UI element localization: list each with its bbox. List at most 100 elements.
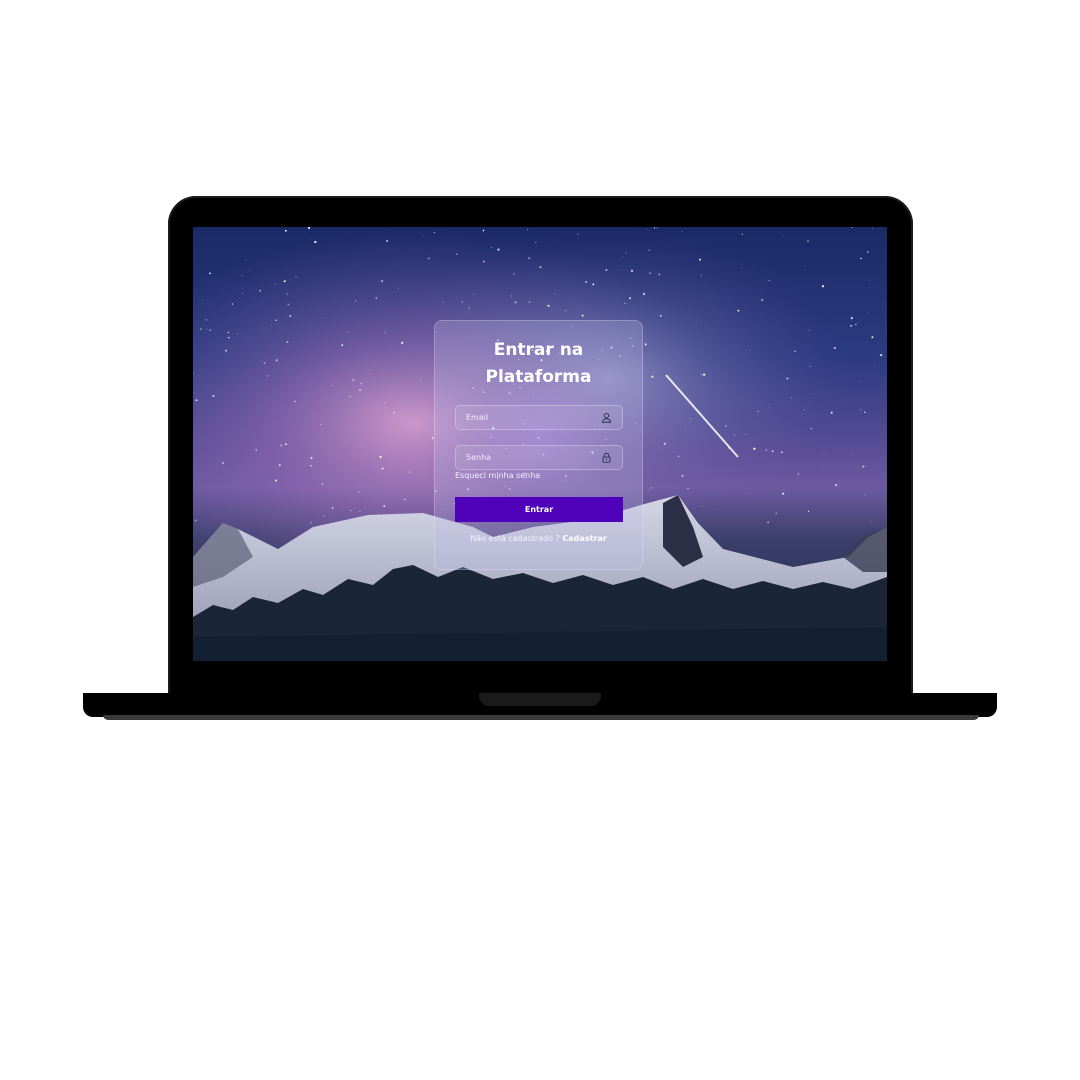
login-card: Entrar na Plataforma Email Esqueci minha…: [434, 320, 643, 570]
star: [355, 300, 357, 302]
star: [648, 488, 650, 490]
star: [767, 521, 770, 524]
star: [807, 240, 809, 242]
star: [797, 473, 800, 475]
star: [331, 507, 334, 509]
star: [422, 234, 423, 236]
star: [195, 399, 198, 402]
star: [201, 300, 203, 302]
star: [274, 479, 277, 482]
star: [194, 519, 197, 522]
star: [757, 410, 759, 413]
star: [528, 301, 531, 303]
star: [321, 317, 323, 319]
star: [807, 510, 810, 513]
star: [852, 453, 853, 455]
star: [349, 395, 352, 398]
user-icon: [601, 413, 612, 423]
star: [397, 288, 399, 289]
star: [227, 331, 230, 334]
star: [420, 379, 421, 381]
star: [286, 340, 289, 344]
signup-row: Não está cadastrado ? Cadastrar: [435, 534, 642, 543]
star: [745, 434, 746, 436]
star: [241, 275, 243, 276]
star: [821, 285, 825, 288]
star: [285, 443, 287, 446]
star: [401, 341, 404, 345]
star: [442, 301, 444, 303]
star: [280, 444, 283, 447]
star: [468, 307, 471, 310]
star: [331, 384, 333, 386]
star: [769, 406, 770, 408]
star: [873, 365, 875, 366]
star: [300, 406, 302, 407]
password-input[interactable]: [456, 446, 606, 469]
star: [864, 494, 866, 496]
star: [491, 246, 492, 248]
star: [646, 228, 648, 230]
star: [409, 471, 411, 473]
star: [790, 397, 792, 399]
star: [275, 359, 278, 362]
star: [341, 344, 344, 347]
lock-icon: [602, 452, 611, 463]
email-input[interactable]: [456, 406, 606, 429]
star: [275, 319, 277, 321]
register-link[interactable]: Cadastrar: [562, 534, 606, 543]
star: [274, 283, 276, 285]
star: [659, 314, 662, 317]
star: [350, 509, 352, 512]
star: [377, 513, 379, 515]
laptop-lid: Entrar na Plataforma Email Esqueci minha…: [168, 196, 913, 696]
star: [468, 311, 470, 313]
star: [294, 400, 296, 403]
star: [823, 452, 825, 454]
star: [681, 474, 684, 477]
star: [323, 515, 325, 517]
star: [225, 349, 228, 352]
star: [321, 482, 324, 485]
star: [310, 457, 313, 459]
star: [511, 295, 512, 297]
star: [835, 484, 838, 487]
star: [585, 280, 588, 283]
star: [386, 240, 389, 242]
star: [871, 336, 874, 339]
star: [701, 274, 703, 276]
star: [677, 455, 680, 458]
star: [284, 229, 287, 232]
star: [733, 434, 735, 436]
star: [681, 387, 683, 389]
star: [630, 269, 634, 273]
forgot-password-link[interactable]: Esqueci minha senha: [455, 471, 540, 480]
star: [482, 260, 485, 263]
star: [513, 273, 515, 275]
star: [434, 231, 436, 234]
star: [644, 343, 647, 346]
star: [741, 233, 744, 236]
star: [725, 425, 727, 427]
submit-button[interactable]: Entrar: [455, 497, 623, 522]
star: [456, 253, 458, 255]
laptop-screen: Entrar na Plataforma Email Esqueci minha…: [193, 227, 887, 661]
star: [830, 411, 833, 414]
star: [384, 402, 386, 404]
star: [212, 395, 215, 398]
star: [658, 273, 661, 276]
star: [685, 428, 687, 430]
star: [289, 315, 292, 317]
star: [786, 377, 789, 380]
star: [879, 353, 883, 357]
star: [648, 249, 651, 251]
star: [547, 304, 550, 307]
star: [539, 266, 542, 269]
star: [393, 412, 395, 414]
star: [864, 411, 866, 414]
login-title-line-1: Entrar na: [493, 340, 584, 360]
star: [395, 263, 397, 265]
laptop-notch: [479, 693, 601, 706]
star: [320, 423, 322, 425]
star: [228, 336, 230, 339]
